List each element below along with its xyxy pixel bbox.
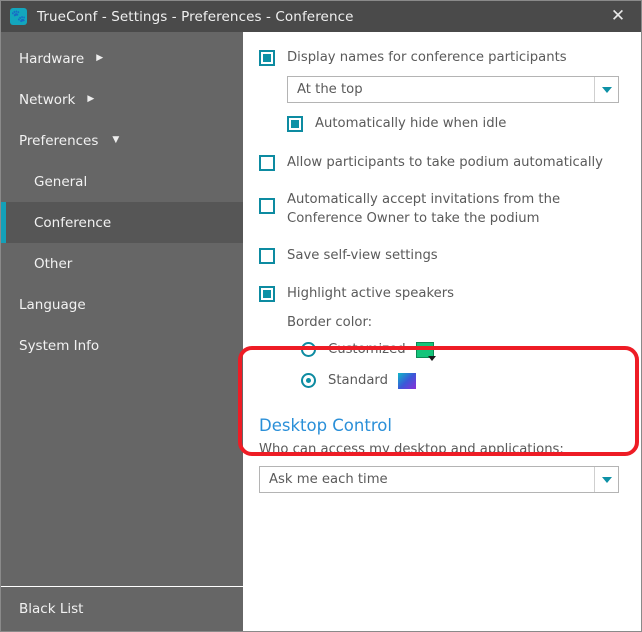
display-names-label: Display names for conference participant… (287, 50, 567, 65)
border-color-standard-row: Standard (301, 371, 625, 390)
window-title: TrueConf - Settings - Preferences - Conf… (37, 8, 354, 25)
sidebar-item-language[interactable]: Language (1, 284, 243, 325)
sidebar-item-label: Black List (19, 601, 84, 617)
desktop-access-value: Ask me each time (269, 472, 388, 487)
allow-podium-row: Allow participants to take podium automa… (259, 153, 625, 172)
allow-podium-label: Allow participants to take podium automa… (287, 155, 603, 170)
allow-podium-checkbox[interactable] (259, 155, 275, 171)
highlight-speakers-label: Highlight active speakers (287, 286, 455, 301)
border-color-standard-radio[interactable] (301, 373, 316, 388)
desktop-control-description: Who can access my desktop and applicatio… (259, 442, 564, 457)
title-bar: 🐾 TrueConf - Settings - Preferences - Co… (1, 1, 641, 32)
auto-accept-row: Automatically accept invitations from th… (259, 190, 625, 228)
chevron-down-icon[interactable] (594, 467, 618, 492)
paw-glyph: 🐾 (11, 9, 26, 23)
sidebar-item-network[interactable]: Network ▶ (1, 79, 243, 120)
name-position-value: At the top (297, 82, 363, 97)
chevron-down-icon: ▼ (112, 135, 120, 145)
sidebar-item-label: General (34, 173, 88, 190)
sidebar-item-label: Language (19, 296, 86, 313)
window-body: Hardware ▶ Network ▶ Preferences ▼ Gener… (1, 32, 641, 631)
border-color-standard-label: Standard (328, 373, 388, 388)
settings-window: 🐾 TrueConf - Settings - Preferences - Co… (0, 0, 642, 632)
sidebar: Hardware ▶ Network ▶ Preferences ▼ Gener… (1, 32, 243, 631)
sidebar-item-label: Preferences (19, 132, 99, 149)
name-position-dropdown[interactable]: At the top (287, 76, 619, 103)
chevron-right-icon: ▶ (96, 53, 104, 63)
highlight-speakers-row: Highlight active speakers (259, 284, 625, 303)
trueconf-paw-icon: 🐾 (10, 8, 27, 25)
auto-hide-checkbox[interactable] (287, 116, 303, 132)
highlight-speakers-checkbox[interactable] (259, 286, 275, 302)
swatch-chevron-down-icon (427, 355, 436, 361)
sidebar-item-label: Network (19, 91, 76, 108)
sidebar-footer: Black List (1, 586, 243, 631)
desktop-control-title: Desktop Control (259, 416, 392, 435)
sidebar-item-label: Conference (34, 214, 112, 231)
chevron-down-glyph (601, 476, 612, 483)
sidebar-item-label: System Info (19, 337, 100, 354)
sidebar-item-black-list[interactable]: Black List (1, 587, 243, 631)
auto-hide-row: Automatically hide when idle (287, 114, 625, 133)
display-names-checkbox[interactable] (259, 50, 275, 66)
chevron-down-icon[interactable] (594, 77, 618, 102)
sidebar-item-system-info[interactable]: System Info (1, 325, 243, 366)
auto-accept-label: Automatically accept invitations from th… (287, 192, 561, 226)
sidebar-nav: Hardware ▶ Network ▶ Preferences ▼ Gener… (1, 32, 243, 586)
border-color-customized-radio[interactable] (301, 342, 316, 357)
sidebar-item-general[interactable]: General (1, 161, 243, 202)
desktop-access-dropdown[interactable]: Ask me each time (259, 466, 619, 493)
standard-color-swatch[interactable] (398, 372, 416, 389)
sidebar-item-label: Other (34, 255, 73, 272)
save-selfview-row: Save self-view settings (259, 246, 625, 265)
auto-hide-label: Automatically hide when idle (315, 116, 507, 131)
display-names-row: Display names for conference participant… (259, 48, 625, 67)
close-icon[interactable]: ✕ (595, 1, 641, 32)
chevron-right-icon: ▶ (87, 94, 95, 104)
customized-color-swatch[interactable] (415, 341, 436, 361)
sidebar-item-hardware[interactable]: Hardware ▶ (1, 38, 243, 79)
sidebar-item-conference[interactable]: Conference (1, 202, 243, 243)
sidebar-item-label: Hardware (19, 50, 85, 67)
auto-accept-checkbox[interactable] (259, 198, 275, 214)
border-color-label: Border color: (287, 315, 373, 330)
settings-content: Display names for conference participant… (243, 32, 641, 631)
save-selfview-label: Save self-view settings (287, 248, 438, 263)
desktop-control-section: Desktop Control Who can access my deskto… (259, 416, 625, 493)
sidebar-item-preferences[interactable]: Preferences ▼ (1, 120, 243, 161)
save-selfview-checkbox[interactable] (259, 248, 275, 264)
border-color-customized-row: Customized (301, 340, 625, 361)
sidebar-item-other[interactable]: Other (1, 243, 243, 284)
chevron-down-glyph (601, 86, 612, 93)
border-color-customized-label: Customized (328, 342, 406, 357)
